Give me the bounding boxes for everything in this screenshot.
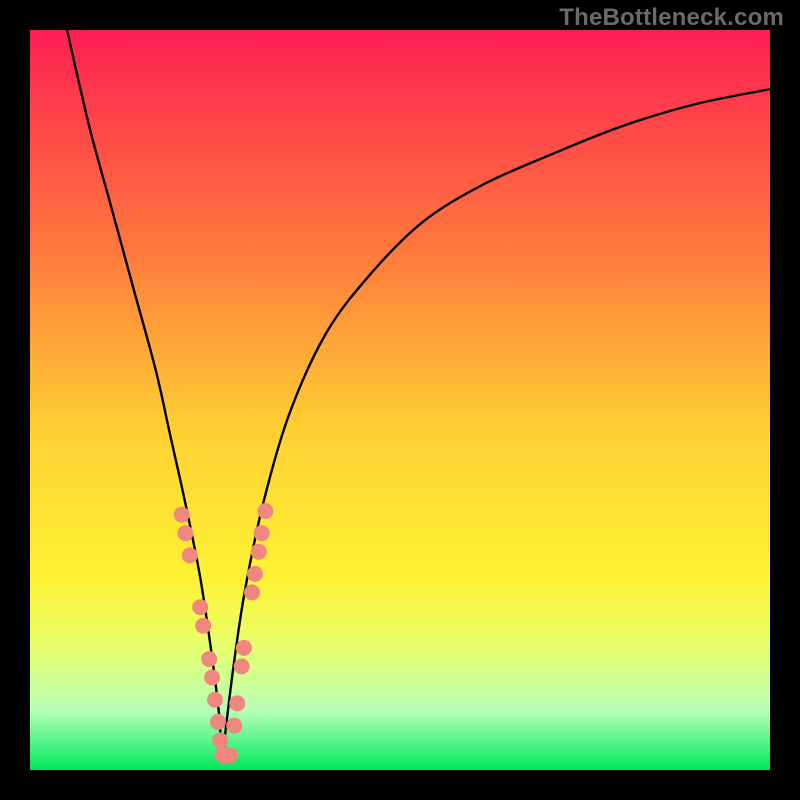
data-marker <box>210 714 226 730</box>
data-marker <box>244 584 260 600</box>
watermark-text: TheBottleneck.com <box>559 4 784 32</box>
chart-frame: TheBottleneck.com <box>0 0 800 800</box>
data-marker <box>174 507 190 523</box>
data-marker <box>229 695 245 711</box>
data-marker <box>195 618 211 634</box>
plot-area <box>30 30 770 770</box>
data-marker <box>254 525 270 541</box>
data-marker <box>247 566 263 582</box>
data-marker <box>251 544 267 560</box>
gradient-background <box>30 30 770 770</box>
data-marker <box>222 747 238 763</box>
data-marker <box>204 670 220 686</box>
data-marker <box>182 547 198 563</box>
data-marker <box>257 503 273 519</box>
data-marker <box>234 658 250 674</box>
chart-canvas <box>30 30 770 770</box>
data-marker <box>212 732 228 748</box>
data-marker <box>207 692 223 708</box>
data-marker <box>236 640 252 656</box>
data-marker <box>192 599 208 615</box>
data-marker <box>177 525 193 541</box>
data-marker <box>201 651 217 667</box>
data-marker <box>226 718 242 734</box>
